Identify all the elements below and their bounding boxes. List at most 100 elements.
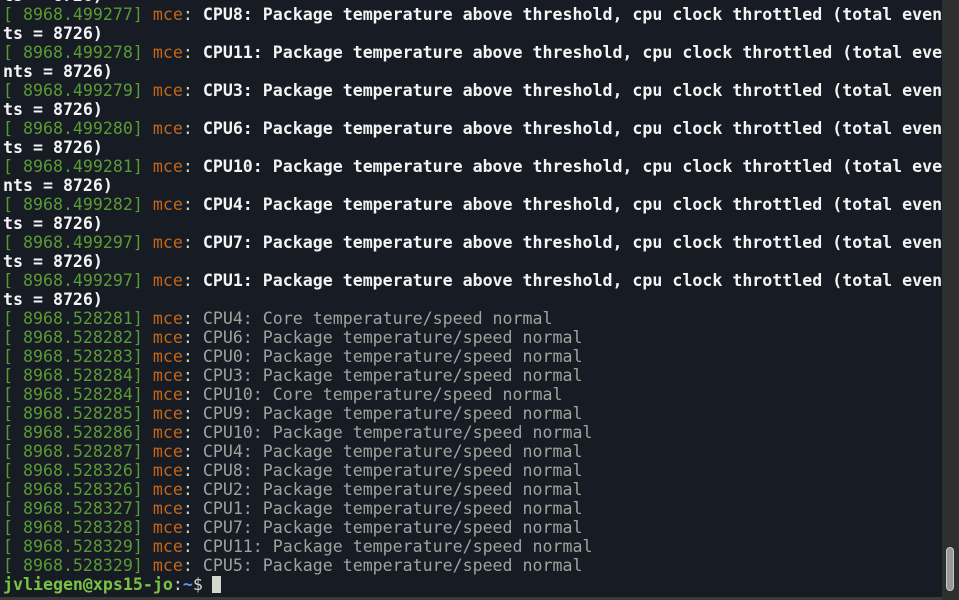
- log-source: mce: [152, 81, 183, 100]
- log-timestamp: [ 8968.528286]: [3, 423, 143, 442]
- scrollbar-thumb[interactable]: [946, 547, 954, 591]
- log-separator: :: [182, 556, 203, 575]
- log-message: CPU1: Package temperature/speed normal: [202, 499, 583, 518]
- log-line: [ 8968.528326] mce: CPU8: Package temper…: [3, 461, 942, 480]
- log-source: mce: [152, 461, 183, 480]
- prompt-user-host: jvliegen@xps15-jo: [3, 575, 173, 594]
- log-message: CPU6: Package temperature above threshol…: [202, 119, 942, 138]
- log-line: [ 8968.528329] mce: CPU11: Package tempe…: [3, 537, 942, 556]
- log-line-continuation: ts = 8726): [3, 100, 942, 119]
- log-message-continuation: ts = 8726): [3, 252, 103, 271]
- log-line: [ 8968.499281] mce: CPU10: Package tempe…: [3, 157, 942, 176]
- log-timestamp: [ 8968.528287]: [3, 442, 143, 461]
- log-line: [ 8968.499280] mce: CPU6: Package temper…: [3, 119, 942, 138]
- log-separator: :: [182, 518, 203, 537]
- log-message: CPU3: Package temperature above threshol…: [202, 81, 942, 100]
- log-line: [ 8968.499297] mce: CPU7: Package temper…: [3, 233, 942, 252]
- log-separator: :: [182, 233, 203, 252]
- log-message: CPU10: Package temperature above thresho…: [202, 157, 942, 176]
- log-source: mce: [152, 309, 183, 328]
- log-message: CPU4: Core temperature/speed normal: [202, 309, 553, 328]
- log-line: [ 8968.499282] mce: CPU4: Package temper…: [3, 195, 942, 214]
- log-line: [ 8968.499278] mce: CPU11: Package tempe…: [3, 43, 942, 62]
- log-separator: :: [182, 43, 203, 62]
- prompt-symbol: $: [192, 575, 203, 594]
- log-timestamp: [ 8968.528326]: [3, 461, 143, 480]
- log-separator: :: [182, 442, 203, 461]
- log-timestamp: [ 8968.528285]: [3, 404, 143, 423]
- log-source: mce: [152, 499, 183, 518]
- log-timestamp: [ 8968.528326]: [3, 480, 143, 499]
- log-source: mce: [152, 119, 183, 138]
- log-timestamp: [ 8968.499297]: [3, 233, 143, 252]
- log-separator: :: [182, 328, 203, 347]
- log-source: mce: [152, 195, 183, 214]
- log-message-continuation: nts = 8726): [3, 176, 113, 195]
- prompt-path: ~: [182, 575, 193, 594]
- log-message-continuation: ts = 8726): [3, 290, 103, 309]
- log-line: [ 8968.499297] mce: CPU1: Package temper…: [3, 271, 942, 290]
- terminal-window[interactable]: ts = 8726)[ 8968.499277] mce: CPU8: Pack…: [0, 0, 942, 600]
- log-line: [ 8968.528328] mce: CPU7: Package temper…: [3, 518, 942, 537]
- text-cursor[interactable]: [211, 576, 221, 593]
- log-message: CPU6: Package temperature/speed normal: [202, 328, 583, 347]
- log-source: mce: [152, 385, 183, 404]
- log-separator: :: [182, 537, 203, 556]
- log-separator: :: [182, 366, 203, 385]
- log-line: [ 8968.528285] mce: CPU9: Package temper…: [3, 404, 942, 423]
- shell-prompt-line[interactable]: jvliegen@xps15-jo:~$: [3, 575, 942, 594]
- log-message: CPU8: Package temperature/speed normal: [202, 461, 583, 480]
- log-source: mce: [152, 366, 183, 385]
- log-separator: :: [182, 461, 203, 480]
- log-source: mce: [152, 233, 183, 252]
- log-message: CPU11: Package temperature above thresho…: [202, 43, 942, 62]
- log-line: [ 8968.528327] mce: CPU1: Package temper…: [3, 499, 942, 518]
- log-timestamp: [ 8968.499278]: [3, 43, 143, 62]
- log-line-continuation: ts = 8726): [3, 290, 942, 309]
- log-source: mce: [152, 43, 183, 62]
- log-message: CPU7: Package temperature/speed normal: [202, 518, 583, 537]
- log-message-continuation: ts = 8726): [3, 100, 103, 119]
- log-line: [ 8968.528287] mce: CPU4: Package temper…: [3, 442, 942, 461]
- log-source: mce: [152, 518, 183, 537]
- log-separator: :: [182, 195, 203, 214]
- prompt-colon: :: [172, 575, 183, 594]
- log-message: CPU10: Core temperature/speed normal: [202, 385, 563, 404]
- log-source: mce: [152, 328, 183, 347]
- log-line: [ 8968.528326] mce: CPU2: Package temper…: [3, 480, 942, 499]
- log-message-continuation: nts = 8726): [3, 62, 113, 81]
- log-timestamp: [ 8968.528284]: [3, 366, 143, 385]
- log-timestamp: [ 8968.499281]: [3, 157, 143, 176]
- log-timestamp: [ 8968.528282]: [3, 328, 143, 347]
- log-message: CPU2: Package temperature/speed normal: [202, 480, 583, 499]
- log-line-continuation: ts = 8726): [3, 252, 942, 271]
- log-separator: :: [182, 157, 203, 176]
- log-line: [ 8968.528284] mce: CPU3: Package temper…: [3, 366, 942, 385]
- log-timestamp: [ 8968.528327]: [3, 499, 143, 518]
- terminal-scrollbar[interactable]: [942, 0, 959, 600]
- log-message-continuation: ts = 8726): [3, 214, 103, 233]
- log-line: [ 8968.528283] mce: CPU0: Package temper…: [3, 347, 942, 366]
- log-separator: :: [182, 119, 203, 138]
- log-message: CPU0: Package temperature/speed normal: [202, 347, 583, 366]
- log-message: CPU8: Package temperature above threshol…: [202, 5, 942, 24]
- log-source: mce: [152, 404, 183, 423]
- log-separator: :: [182, 499, 203, 518]
- log-message: CPU1: Package temperature above threshol…: [202, 271, 942, 290]
- terminal-output: ts = 8726)[ 8968.499277] mce: CPU8: Pack…: [3, 0, 942, 594]
- log-source: mce: [152, 480, 183, 499]
- log-separator: :: [182, 309, 203, 328]
- log-separator: :: [182, 385, 203, 404]
- log-message: CPU7: Package temperature above threshol…: [202, 233, 942, 252]
- log-timestamp: [ 8968.528329]: [3, 537, 143, 556]
- log-line: [ 8968.528281] mce: CPU4: Core temperatu…: [3, 309, 942, 328]
- log-message: CPU4: Package temperature above threshol…: [202, 195, 942, 214]
- log-timestamp: [ 8968.528329]: [3, 556, 143, 575]
- log-message: CPU9: Package temperature/speed normal: [202, 404, 583, 423]
- log-timestamp: [ 8968.528328]: [3, 518, 143, 537]
- log-line-continuation: ts = 8726): [3, 24, 942, 43]
- log-timestamp: [ 8968.528283]: [3, 347, 143, 366]
- log-timestamp: [ 8968.499280]: [3, 119, 143, 138]
- log-line-continuation: nts = 8726): [3, 176, 942, 195]
- log-line: [ 8968.528286] mce: CPU10: Package tempe…: [3, 423, 942, 442]
